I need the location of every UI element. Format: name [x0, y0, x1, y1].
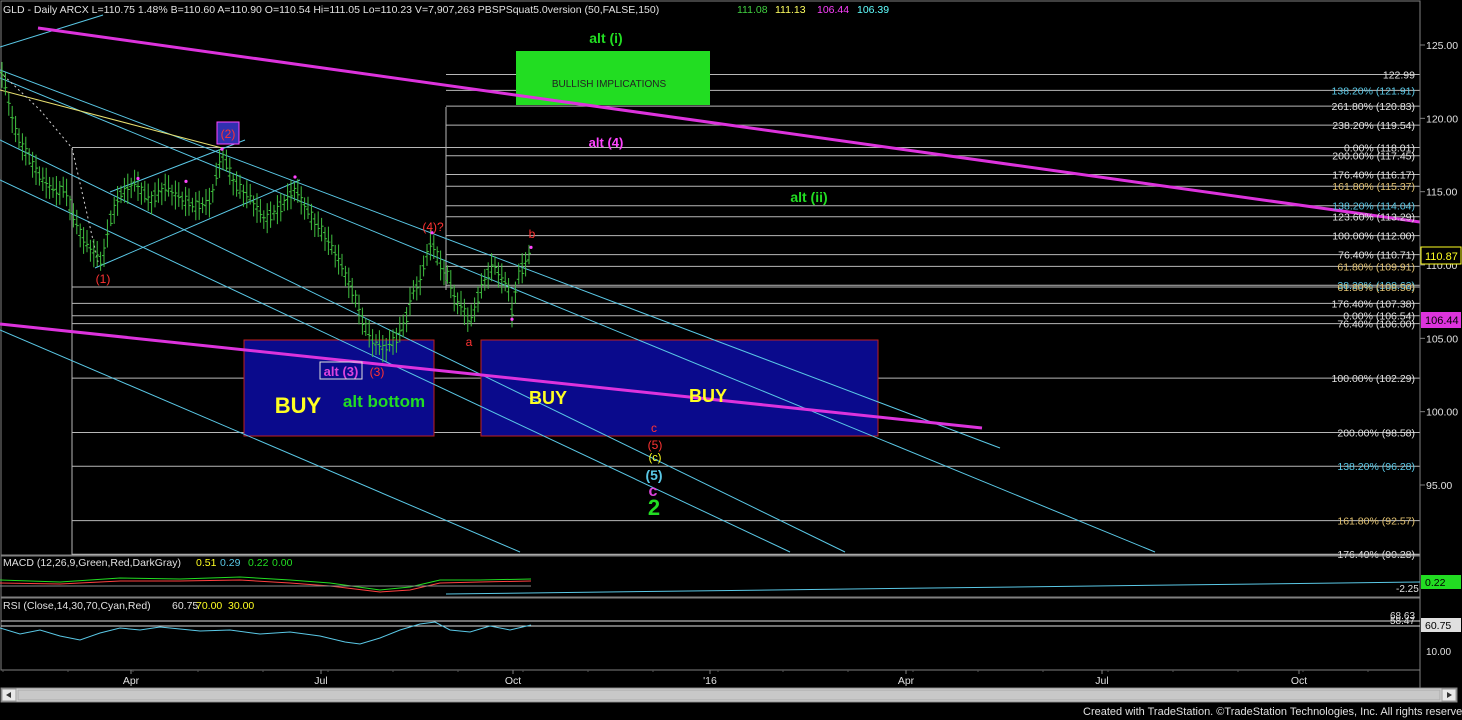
fib-label-9: 123.60% (113.29) [1332, 212, 1415, 224]
fib-label-2: 261.80% (120.83) [1332, 101, 1415, 113]
annotation-15: c [651, 421, 657, 435]
annotation-8: a [466, 335, 473, 349]
last-price-tag: 110.87 [1420, 246, 1462, 265]
annotation-10: (3) [370, 365, 385, 379]
macd-val-1: 0.29 [220, 557, 241, 569]
x-tick-1: Jul [314, 675, 327, 687]
y-tick-0: 125.00 [1426, 40, 1458, 52]
ma-tag: 106.44 [1421, 312, 1461, 328]
fib-label-11: 76.40% (110.71) [1338, 250, 1415, 262]
x-tick-0: Apr [123, 675, 140, 687]
fib-label-21: 161.80% (92.57) [1337, 516, 1415, 528]
horizontal-scrollbar[interactable] [0, 687, 1458, 703]
annotation-14: BUY [689, 386, 727, 406]
annotation-6: b [529, 227, 536, 241]
fib-label-6: 176.40% (116.17) [1332, 170, 1415, 182]
header-ind-2: 106.44 [817, 4, 849, 16]
annotation-1: BULLISH IMPLICATIONS [552, 79, 667, 90]
header-ind-1: 111.13 [775, 4, 806, 16]
x-tick-5: Jul [1095, 675, 1108, 687]
pivot-marker [293, 175, 297, 179]
annotation-16: (5) [648, 438, 663, 452]
fib-label-5: 200.00% (117.45) [1332, 151, 1415, 163]
macd-val-3: 0.00 [272, 557, 293, 569]
x-tick-6: Oct [1291, 675, 1307, 687]
annotation-2: (2) [221, 127, 236, 141]
annotation-20: 2 [648, 495, 660, 520]
annotation-4: alt (ii) [790, 189, 827, 205]
pivot-marker [136, 176, 140, 181]
footer-copyright: Created with TradeStation. ©TradeStation… [1083, 706, 1462, 718]
y-tick-5: 100.00 [1426, 407, 1458, 419]
pivot-marker [220, 147, 224, 151]
pivot-marker [510, 317, 514, 321]
symbol-header: GLD - Daily ARCX L=110.75 1.48% B=110.60… [3, 4, 659, 16]
x-tick-3: '16 [703, 675, 717, 687]
gld-daily-chart: GLD - Daily ARCX L=110.75 1.48% B=110.60… [0, 0, 1462, 720]
macd-val-0: 0.51 [196, 557, 217, 569]
annotation-17: (c) [649, 452, 662, 464]
bullish-implications-box [516, 51, 710, 105]
scrollbar-thumb[interactable] [17, 689, 1441, 701]
rsi-right-tag: 60.75 [1425, 620, 1451, 632]
macd-axis-label: -2.25 [1396, 584, 1419, 595]
annotation-7: (1) [96, 272, 111, 286]
rsi-axis-label-2: 10.00 [1426, 647, 1451, 658]
fib-label-12: 61.80% (109.91) [1337, 261, 1415, 273]
header-ind-3: 106.39 [857, 4, 889, 16]
ma-label: 106.44 [1425, 315, 1459, 327]
fib-label-10: 100.00% (112.00) [1332, 231, 1415, 243]
annotation-18: (5) [645, 467, 662, 483]
y-tick-1: 120.00 [1426, 113, 1458, 125]
fib-label-7: 161.80% (115.37) [1332, 181, 1415, 193]
pivot-marker [184, 179, 188, 183]
fib-label-22: 176.40% (90.28) [1337, 549, 1415, 561]
buy-zone-left [243, 339, 435, 437]
annotation-5: (4)? [422, 220, 444, 234]
fib-label-20: 138.20% (96.28) [1337, 461, 1415, 473]
fib-label-19: 200.00% (98.58) [1337, 427, 1415, 439]
y-tick-6: 95.00 [1426, 480, 1452, 492]
rsi-val-2: 30.00 [228, 600, 254, 612]
fib-label-14: 61.80% (108.50) [1337, 282, 1415, 294]
annotation-13: BUY [529, 388, 567, 408]
annotation-12: alt bottom [343, 392, 425, 411]
annotation-11: BUY [275, 393, 322, 418]
macd-val-2: 0.22 [248, 557, 269, 569]
annotation-0: alt (i) [589, 30, 622, 46]
rsi-val-0: 60.75 [172, 600, 198, 612]
macd-label: MACD (12,26,9,Green,Red,DarkGray) [3, 557, 181, 569]
fib-label-15: 176.40% (107.38) [1332, 298, 1415, 310]
fib-label-1: 138.20% (121.91) [1332, 85, 1415, 97]
pivot-marker [529, 245, 533, 249]
y-tick-2: 115.00 [1426, 187, 1457, 199]
last-price-label: 110.87 [1425, 251, 1458, 263]
fib-label-17: 76.40% (106.00) [1337, 319, 1415, 331]
rsi-val-1: 70.00 [196, 600, 222, 612]
fib-label-3: 238.20% (119.54) [1332, 120, 1415, 132]
x-tick-4: Apr [898, 675, 915, 687]
fib-label-18: 100.00% (102.29) [1332, 373, 1415, 385]
y-tick-4: 105.00 [1426, 333, 1458, 345]
header-ind-0: 111.08 [737, 4, 768, 16]
rsi-axis-label-1: 58.47 [1390, 616, 1415, 627]
fib-label-0: 122.99 [1383, 69, 1415, 81]
rsi-label: RSI (Close,14,30,70,Cyan,Red) [3, 600, 151, 612]
macd-right-tag: 0.22 [1425, 577, 1446, 589]
annotation-3: alt (4) [589, 135, 624, 150]
annotation-9: alt (3) [324, 364, 359, 379]
x-tick-2: Oct [505, 675, 521, 687]
